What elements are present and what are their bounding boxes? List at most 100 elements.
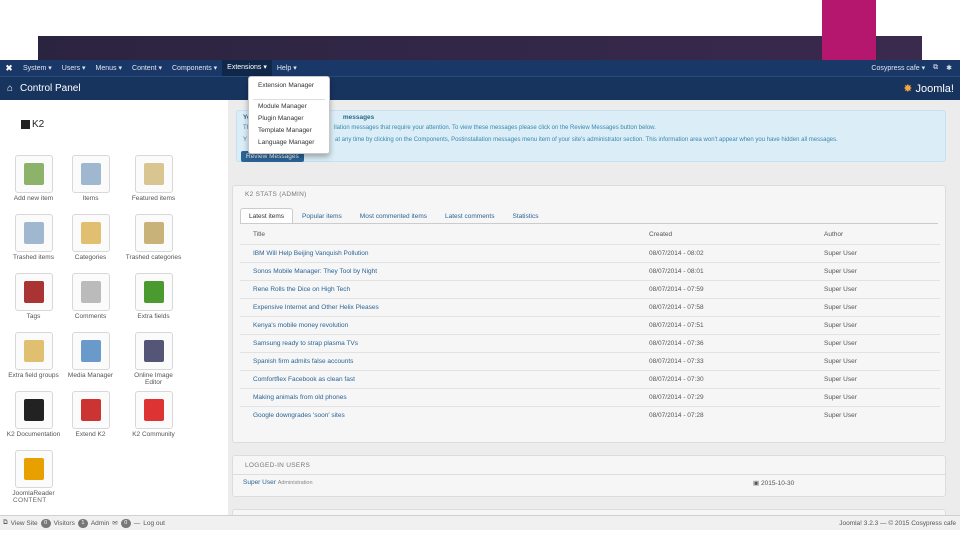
k2-tile-box[interactable] bbox=[71, 391, 110, 429]
k2-tile[interactable]: Extra fields bbox=[125, 273, 182, 327]
k2-tile[interactable]: K2 Documentation bbox=[5, 391, 62, 445]
table-row: Google downgrades 'soon' sites 08/07/2014… bbox=[240, 406, 940, 424]
k2-tile-label: Trashed categories bbox=[125, 254, 182, 261]
k2-tile[interactable]: Media Manager bbox=[62, 332, 119, 386]
k2-tile[interactable]: Trashed categories bbox=[125, 214, 182, 268]
k2-tile[interactable]: Extra field groups bbox=[5, 332, 62, 386]
item-author: Super User bbox=[824, 268, 857, 275]
k2-tile-box[interactable] bbox=[71, 214, 110, 252]
k2-tile-box[interactable] bbox=[14, 273, 53, 311]
joomla-wordmark: Joomla! bbox=[915, 82, 954, 95]
external-link-icon[interactable]: ⧉ bbox=[929, 64, 942, 72]
menu-extensions[interactable]: Extensions ▾ bbox=[222, 60, 272, 76]
logout-link[interactable]: Log out bbox=[143, 520, 165, 527]
documentation-icon bbox=[23, 399, 44, 421]
slide-accent-block bbox=[822, 0, 876, 60]
dropdown-module-manager[interactable]: Module Manager bbox=[258, 103, 307, 110]
k2-tile-label: Trashed items bbox=[13, 254, 54, 261]
item-author: Super User bbox=[824, 250, 857, 257]
item-title-link[interactable]: Rene Rolls the Dice on High Tech bbox=[253, 286, 350, 293]
dropdown-template-manager[interactable]: Template Manager bbox=[258, 127, 312, 134]
item-title-link[interactable]: Comfortflex Facebook as clean fast bbox=[253, 376, 355, 383]
item-title-link[interactable]: Samsung ready to strap plasma TVs bbox=[253, 340, 358, 347]
menu-components[interactable]: Components ▾ bbox=[167, 64, 222, 72]
view-site-icon[interactable]: ⧉ bbox=[3, 519, 8, 527]
item-created: 08/07/2014 - 07:59 bbox=[649, 286, 704, 293]
k2-tile[interactable]: K2 Community bbox=[125, 391, 182, 445]
k2-tile-label: Items bbox=[82, 195, 99, 202]
k2-tile-box[interactable] bbox=[71, 332, 110, 370]
item-title-link[interactable]: Spanish firm admits false accounts bbox=[253, 358, 353, 365]
trashed-items-icon bbox=[23, 222, 44, 244]
tab-latest-items[interactable]: Latest items bbox=[240, 208, 294, 224]
k2-tile-label: JoomlaReader bbox=[12, 490, 55, 497]
joomla-x-icon[interactable]: ✖ bbox=[0, 63, 18, 74]
logged-date-text: 2015-10-30 bbox=[760, 480, 795, 487]
k2-tile[interactable]: Categories bbox=[62, 214, 119, 268]
k2-tile[interactable]: Comments bbox=[62, 273, 119, 327]
k2-tile[interactable]: JoomlaReader bbox=[5, 450, 62, 504]
item-created: 08/07/2014 - 07:36 bbox=[649, 340, 704, 347]
k2-tile-box[interactable] bbox=[134, 332, 173, 370]
k2-tile-box[interactable] bbox=[71, 155, 110, 193]
k2-tile[interactable]: Add new item bbox=[5, 155, 62, 209]
k2-tile-box[interactable] bbox=[14, 214, 53, 252]
item-title-link[interactable]: Sonos Mobile Manager: They Tool by Night bbox=[253, 268, 377, 275]
item-author: Super User bbox=[824, 358, 857, 365]
logged-user: Super User Administration bbox=[243, 479, 313, 486]
menu-content[interactable]: Content ▾ bbox=[127, 64, 167, 72]
column-created: Created bbox=[649, 231, 673, 238]
k2-tile-box[interactable] bbox=[14, 155, 53, 193]
dropdown-extension-manager[interactable]: Extension Manager bbox=[258, 82, 314, 89]
k2-tile[interactable]: Online Image Editor bbox=[125, 332, 182, 386]
k2-tile-label: Online Image Editor bbox=[134, 372, 173, 386]
k2-tile[interactable]: Extend K2 bbox=[62, 391, 119, 445]
home-icon: ⌂ bbox=[6, 83, 14, 94]
tab-popular-items[interactable]: Popular items bbox=[293, 208, 351, 224]
tab-most-commented-items[interactable]: Most commented items bbox=[351, 208, 436, 224]
item-title-link[interactable]: Making animals from old phones bbox=[253, 394, 347, 401]
page-title: Control Panel bbox=[20, 83, 81, 94]
alert-line-2: Yat any time by clicking on the Componen… bbox=[243, 137, 838, 143]
table-row: Sonos Mobile Manager: They Tool by Night… bbox=[240, 262, 940, 280]
k2-tile-box[interactable] bbox=[14, 391, 53, 429]
tab-latest-comments[interactable]: Latest comments bbox=[436, 208, 504, 224]
item-title-link[interactable]: Kenya's mobile money revolution bbox=[253, 322, 348, 329]
k2-tile-box[interactable] bbox=[134, 214, 173, 252]
dropdown-plugin-manager[interactable]: Plugin Manager bbox=[258, 115, 304, 122]
k2-tile-box[interactable] bbox=[71, 273, 110, 311]
item-title-link[interactable]: Google downgrades 'soon' sites bbox=[253, 412, 345, 419]
k2-tile[interactable]: Items bbox=[62, 155, 119, 209]
item-title-link[interactable]: IBM Will Help Beijing Vanquish Pollution bbox=[253, 250, 369, 257]
admin-screenshot: ✖ System ▾ Users ▾ Menus ▾ Content ▾ Com… bbox=[0, 60, 960, 530]
menu-menus[interactable]: Menus ▾ bbox=[91, 64, 127, 72]
k2-tile[interactable]: Featured items bbox=[125, 155, 182, 209]
k2-tile-box[interactable] bbox=[14, 332, 53, 370]
k2-tile-box[interactable] bbox=[14, 450, 53, 488]
logged-user-name[interactable]: Super User bbox=[243, 479, 276, 486]
k2-tile-box[interactable] bbox=[134, 391, 173, 429]
menu-users[interactable]: Users ▾ bbox=[57, 64, 91, 72]
k2-tile-box[interactable] bbox=[134, 155, 173, 193]
item-created: 08/07/2014 - 07:30 bbox=[649, 376, 704, 383]
k2-tile-box[interactable] bbox=[134, 273, 173, 311]
menu-system[interactable]: System ▾ bbox=[18, 64, 57, 72]
k2-tile[interactable]: Trashed items bbox=[5, 214, 62, 268]
item-title-link[interactable]: Expensive Internet and Other Helix Pleas… bbox=[253, 304, 379, 311]
version-info: Joomla! 3.2.3 — © 2015 Cosypress cafe bbox=[839, 519, 956, 527]
menu-help[interactable]: Help ▾ bbox=[272, 64, 302, 72]
dropdown-language-manager[interactable]: Language Manager bbox=[258, 139, 314, 146]
table-row: Samsung ready to strap plasma TVs 08/07/2… bbox=[240, 334, 940, 352]
user-menu[interactable]: Cosypress cafe ▾ bbox=[867, 64, 929, 72]
logged-in-title: LOGGED-IN USERS bbox=[245, 462, 311, 469]
status-left: ⧉ View Site 0 Visitors 1 Admin ✉ 0 — Log… bbox=[0, 518, 165, 528]
table-row: Comfortflex Facebook as clean fast 08/07/… bbox=[240, 370, 940, 388]
tab-statistics[interactable]: Statistics bbox=[503, 208, 547, 224]
gear-icon[interactable]: ✱ bbox=[942, 64, 956, 72]
view-site-link[interactable]: View Site bbox=[11, 520, 38, 527]
items-icon bbox=[80, 163, 101, 185]
k2-tile[interactable]: Tags bbox=[5, 273, 62, 327]
logout-icon: — bbox=[133, 519, 141, 527]
item-author: Super User bbox=[824, 412, 857, 419]
item-created: 08/07/2014 - 07:28 bbox=[649, 412, 704, 419]
